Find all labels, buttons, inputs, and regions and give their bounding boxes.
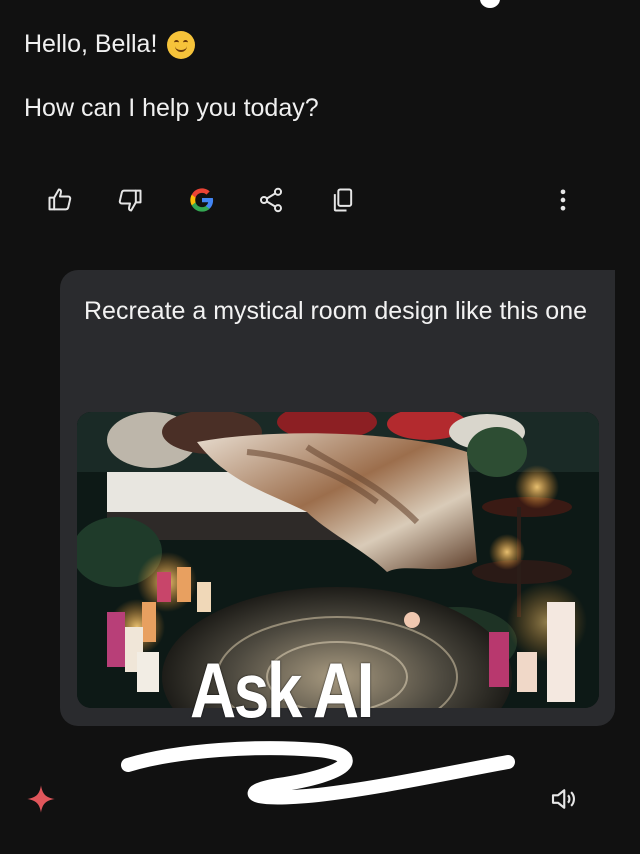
google-g-icon (190, 188, 214, 212)
greeting: Hello, Bella! (24, 30, 196, 59)
response-actions (0, 182, 640, 222)
sparkle-icon (27, 785, 55, 813)
user-message-text: Recreate a mystical room design like thi… (84, 297, 588, 325)
greeting-text: Hello, Bella! (24, 30, 158, 58)
brush-swoosh (121, 741, 515, 805)
copy-button[interactable] (325, 182, 361, 218)
google-check-button[interactable] (184, 182, 220, 218)
share-icon (259, 187, 283, 213)
smiling-face-icon (167, 30, 196, 59)
copy-icon (333, 188, 353, 212)
thumbs-up-icon (48, 188, 72, 211)
thumbs-down-button[interactable] (112, 182, 148, 218)
speaker-icon[interactable] (548, 784, 578, 814)
help-prompt: How can I help you today? (24, 94, 319, 122)
thumbs-up-button[interactable] (42, 182, 78, 218)
thumbs-down-icon (118, 189, 142, 212)
more-vert-icon (560, 189, 566, 211)
drag-handle-dot (480, 0, 500, 8)
share-button[interactable] (253, 182, 289, 218)
more-options-button[interactable] (545, 182, 581, 218)
